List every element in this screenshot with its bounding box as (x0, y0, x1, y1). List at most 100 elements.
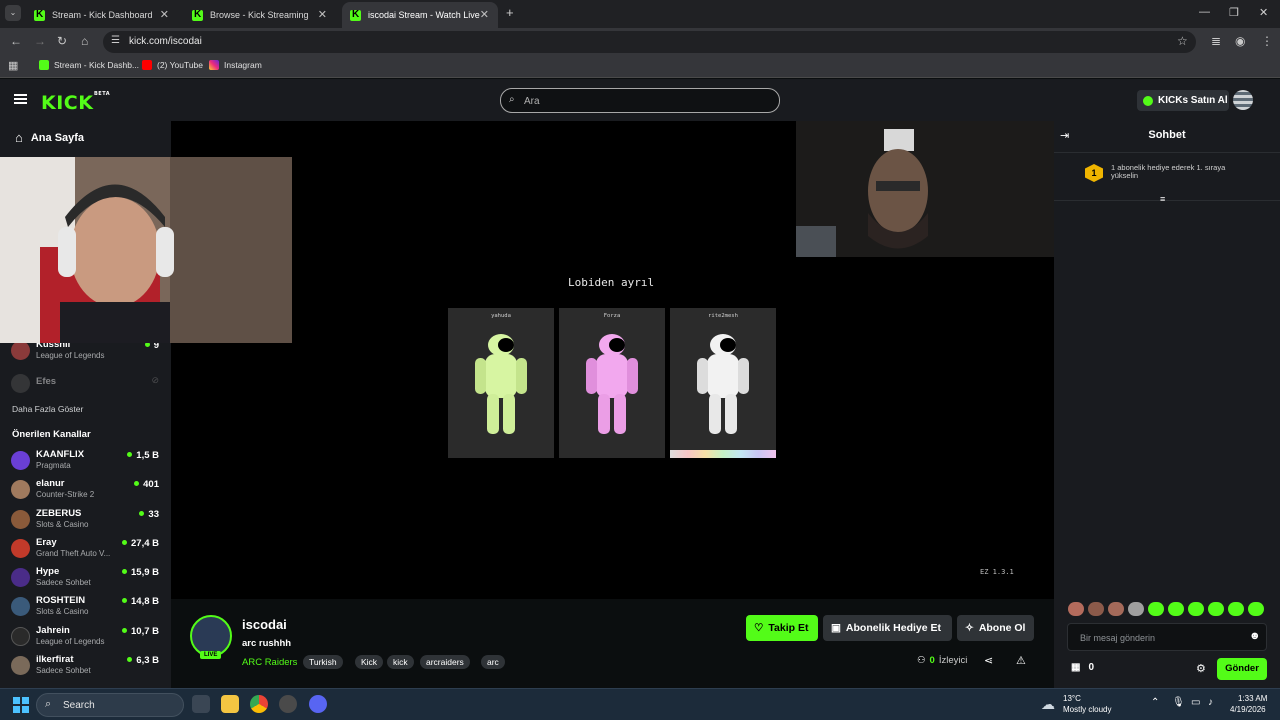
offline-icon: ⊘ (151, 375, 159, 385)
clock-time[interactable]: 1:33 AM (1238, 694, 1267, 703)
emote-icon[interactable] (1148, 602, 1164, 616)
send-button[interactable]: Gönder (1217, 658, 1267, 680)
sidebar-channel-kaanflix[interactable]: KAANFLIX Pragmata 1,5 B (11, 448, 161, 476)
sidebar-home-link[interactable]: ⌂ Ana Sayfa (15, 130, 84, 145)
microphone-icon[interactable]: 🎙︎ (1172, 697, 1185, 708)
hamburger-menu-icon[interactable] (14, 94, 27, 104)
restore-icon[interactable]: ❐ (1229, 6, 1239, 19)
kicks-wallet[interactable]: ▦ 0 (1071, 662, 1094, 673)
avatar (11, 597, 30, 616)
emoji-picker-icon[interactable]: ☻ (1249, 630, 1261, 642)
emote-icon[interactable] (1248, 602, 1264, 616)
sidebar-channel-eray[interactable]: Eray Grand Theft Auto V... 27,4 B (11, 536, 161, 564)
sidebar-channel-ilkerfirat[interactable]: ilkerfirat Sadece Sohbet 6,3 B (11, 653, 161, 681)
sidebar-channel-roshtein[interactable]: ROSHTEIN Slots & Casino 14,8 B (11, 594, 161, 622)
bookmark-instagram[interactable]: Instagram (209, 60, 262, 70)
apps-grid-icon[interactable]: ▦ (8, 59, 18, 72)
sidebar-channel-zeberus[interactable]: ZEBERUS Slots & Casino 33 (11, 507, 161, 535)
report-icon[interactable]: ⚠ (1016, 654, 1026, 667)
channel-name: Hype (36, 566, 60, 577)
channel-category: Slots & Casino (36, 520, 89, 529)
sidebar-channel-jahrein[interactable]: Jahrein League of Legends 10,7 B (11, 624, 161, 652)
browser-tab-iscodai[interactable]: iscodai Stream - Watch Live ✕ (342, 2, 498, 28)
gift-leaderboard-banner[interactable]: 1 1 abonelik hediye ederek 1. sıraya yük… (1085, 163, 1245, 182)
beta-badge: BETA (94, 91, 111, 97)
buy-kicks-button[interactable]: KICKs Satın Al (1137, 90, 1229, 111)
profile-icon[interactable]: ◉ (1235, 34, 1245, 48)
window-close-icon[interactable]: ✕ (1259, 6, 1268, 19)
search-input[interactable]: ⌕ Ara (500, 88, 780, 113)
sidebar-channel-elanur[interactable]: elanur Counter-Strike 2 401 (11, 477, 161, 505)
kick-logo[interactable]: KICK BETA (41, 91, 110, 114)
discord-icon[interactable] (309, 695, 327, 713)
close-icon[interactable]: ✕ (160, 8, 169, 21)
bookmark-kick-dashboard[interactable]: Stream - Kick Dashb... (39, 60, 139, 70)
menu-icon[interactable]: ⋮ (1261, 34, 1273, 48)
tag-turkish[interactable]: Turkish (303, 655, 343, 669)
user-avatar[interactable] (1233, 90, 1253, 110)
sidebar-channel-efes[interactable]: Efes ⊘ (11, 371, 161, 399)
network-icon[interactable]: ▭ (1191, 697, 1200, 708)
tag-kick[interactable]: Kick (355, 655, 384, 669)
emote-icon[interactable] (1128, 602, 1144, 616)
reload-icon[interactable]: ↻ (57, 34, 67, 48)
gift-leaderboard-text: 1 abonelik hediye ederek 1. sıraya yükse… (1111, 163, 1226, 180)
home-icon[interactable]: ⌂ (81, 34, 88, 48)
address-bar[interactable]: ☰ kick.com/iscodai ☆ (103, 31, 1196, 53)
gift-subscription-button[interactable]: ▣ Abonelik Hediye Et (823, 615, 952, 641)
tab-search-icon[interactable]: ⌄ (5, 5, 21, 21)
taskbar-search[interactable]: ⌕ Search (36, 693, 184, 717)
volume-icon[interactable]: ♪ (1208, 697, 1213, 708)
emote-icon[interactable] (1168, 602, 1184, 616)
show-more-link[interactable]: Daha Fazla Göster (12, 404, 83, 414)
webcam-left (0, 157, 292, 343)
close-icon[interactable]: ✕ (480, 8, 489, 21)
tag-arcraiders[interactable]: arcraiders (420, 655, 470, 669)
bookmark-star-icon[interactable]: ☆ (1177, 34, 1188, 48)
clock-date[interactable]: 4/19/2026 (1230, 705, 1266, 714)
bookmark-youtube[interactable]: (2) YouTube (142, 60, 203, 70)
tray-chevron-icon[interactable]: ⌃ (1151, 697, 1159, 708)
rank-badge-icon: 1 (1085, 164, 1103, 182)
close-icon[interactable]: ✕ (318, 8, 327, 21)
tag-arc[interactable]: arc (481, 655, 505, 669)
share-icon[interactable]: ⋖ (984, 654, 993, 667)
kick-header: KICK BETA ⌕ Ara KICKs Satın Al (0, 79, 1280, 121)
file-explorer-icon[interactable] (221, 695, 239, 713)
viewer-count: 6,3 B (127, 655, 159, 666)
chat-settings-icon[interactable]: ⚙ (1196, 662, 1206, 675)
follow-label: Takip Et (768, 622, 809, 634)
channel-name: ZEBERUS (36, 508, 82, 519)
follow-button[interactable]: ♡ Takip Et (746, 615, 818, 641)
back-icon[interactable]: ← (10, 34, 22, 48)
emote-icon[interactable] (1068, 602, 1084, 616)
subscribe-button[interactable]: ✧ Abone Ol (957, 615, 1034, 641)
browser-tab-dashboard[interactable]: Stream - Kick Dashboard ✕ (26, 2, 178, 28)
pinned-expand-icon[interactable]: ≡ (1160, 194, 1165, 204)
obs-icon[interactable] (279, 695, 297, 713)
emote-icon[interactable] (1088, 602, 1104, 616)
windows-start-icon[interactable] (13, 697, 29, 713)
media-control-icon[interactable]: ≣ (1211, 34, 1221, 48)
channel-name: Jahrein (36, 625, 70, 636)
recommended-heading: Önerilen Kanallar (12, 429, 91, 440)
task-view-icon[interactable] (192, 695, 210, 713)
emote-icon[interactable] (1108, 602, 1124, 616)
weather-icon[interactable]: ☁ (1041, 696, 1055, 713)
sidebar-channel-hype[interactable]: Hype Sadece Sohbet 15,9 B (11, 565, 161, 593)
streamer-name[interactable]: iscodai (242, 617, 287, 632)
stream-category[interactable]: ARC Raiders (242, 657, 297, 668)
chat-title: Sohbet (1148, 129, 1186, 141)
forward-icon[interactable]: → (34, 34, 46, 48)
site-info-icon[interactable]: ☰ (111, 35, 120, 46)
emote-icon[interactable] (1228, 602, 1244, 616)
browser-tab-browse[interactable]: Browse - Kick Streaming ✕ (184, 2, 336, 28)
chrome-icon[interactable] (250, 695, 268, 713)
stream-info: LIVE iscodai arc rushhh ARC Raiders Turk… (171, 599, 1054, 688)
chat-message-input[interactable]: Bir mesaj gönderin ☻ (1067, 623, 1267, 651)
emote-icon[interactable] (1208, 602, 1224, 616)
emote-icon[interactable] (1188, 602, 1204, 616)
minimize-icon[interactable]: — (1199, 6, 1210, 18)
new-tab-icon[interactable]: + (506, 5, 514, 20)
tag-kick-lower[interactable]: kick (387, 655, 414, 669)
